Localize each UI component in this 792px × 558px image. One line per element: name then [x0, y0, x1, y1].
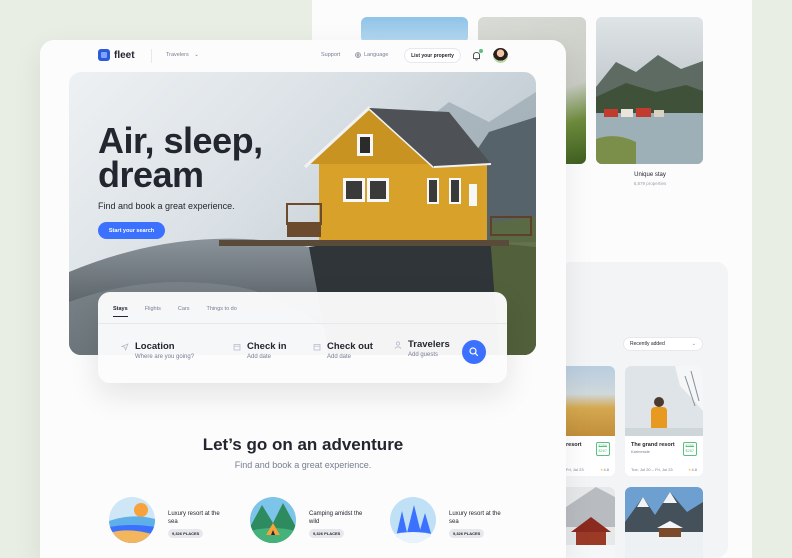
old-price: $356: [685, 444, 694, 448]
hero-subtitle: Find and book a great experience.: [98, 201, 235, 211]
section-subtitle: Find and book a great experience.: [234, 460, 372, 470]
category-count-badge: 9,326 PLACES: [309, 529, 345, 538]
listing-card-cabin[interactable]: [625, 487, 703, 558]
logo-text: fleet: [114, 49, 135, 61]
category-title: Camping amidst the wild: [309, 511, 363, 525]
listing-card-snow-partial[interactable]: [566, 487, 615, 558]
lake-houses-illustration: [596, 17, 703, 164]
listing-price: $356 $267: [682, 442, 697, 456]
beach-resort-icon: [109, 497, 155, 543]
new-price: $267: [685, 449, 694, 453]
listing-rating: ★4.8: [687, 467, 697, 472]
notification-dot: [479, 49, 483, 53]
tab-stays[interactable]: Stays: [113, 306, 128, 317]
destination-image-lake[interactable]: [596, 17, 703, 164]
travelers-placeholder: Add guests: [408, 352, 439, 358]
listing-card-partial[interactable]: resort $356 $267 Fri, Jul 23 ★4.8: [566, 366, 615, 476]
unique-stay-count: 6,879 properties: [633, 181, 667, 186]
rating-value: 4.8: [691, 467, 697, 472]
section-title: Let’s go on an adventure: [202, 435, 404, 454]
listing-meta: Tue, Jul 20 – Fri, Jul 23 ★4.8: [631, 467, 697, 472]
search-panel: Stays Flights Cars Things to do Location…: [98, 292, 507, 383]
tab-flights[interactable]: Flights: [145, 306, 161, 317]
snowy-forest-icon: [390, 497, 436, 543]
calendar-icon: [313, 344, 321, 351]
avatar[interactable]: [493, 48, 508, 63]
language-selector[interactable]: Language: [355, 52, 388, 58]
travelers-label: Travelers: [408, 339, 450, 350]
chevron-down-icon: ⌄: [691, 341, 696, 347]
listing-card[interactable]: The grand resort Karineside $356 $267 Tue…: [625, 366, 703, 476]
listing-rating: ★4.8: [599, 467, 609, 472]
check-in-label: Check in: [247, 341, 287, 352]
rating-value: 4.8: [603, 467, 609, 472]
globe-icon: [355, 52, 361, 58]
listing-price: $356 $267: [595, 442, 610, 456]
user-icon: [394, 341, 402, 349]
check-out-label: Check out: [327, 341, 373, 352]
main-page: fleet Travelers ⌄ Support Language List …: [40, 40, 566, 558]
search-tabs: Stays Flights Cars Things to do: [113, 306, 237, 317]
old-price: $356: [598, 444, 607, 448]
support-link[interactable]: Support: [321, 52, 340, 58]
tab-cars[interactable]: Cars: [178, 306, 190, 317]
hiker-illustration: [625, 366, 703, 436]
language-label: Language: [364, 52, 389, 58]
check-in-placeholder: Add date: [247, 354, 272, 360]
start-search-button[interactable]: Start your search: [98, 222, 165, 239]
category-count-badge: 9,326 PLACES: [168, 529, 204, 538]
location-arrow-icon: [121, 343, 129, 351]
divider: [151, 49, 152, 63]
location-label: Location: [135, 341, 175, 352]
calendar-icon: [233, 344, 241, 351]
mountain-cabin-illustration: [625, 487, 703, 558]
listing-dates: Tue, Jul 20 – Fri, Jul 23: [631, 467, 673, 472]
divider: [98, 323, 507, 324]
listing-image: [566, 366, 615, 436]
logo[interactable]: fleet: [98, 49, 135, 61]
sort-select[interactable]: Recently added ⌄: [623, 337, 703, 351]
camping-icon: [250, 497, 296, 543]
logo-mark-icon: [98, 49, 110, 61]
travelers-dropdown-label: Travelers: [166, 52, 189, 58]
search-button[interactable]: [462, 340, 486, 364]
category-title: Luxury resort at the sea: [168, 511, 220, 525]
chevron-down-icon: ⌄: [194, 52, 199, 58]
listing-image: [625, 366, 703, 436]
location-placeholder: Where are you going?: [135, 354, 195, 360]
listing-dates: Fri, Jul 23: [566, 467, 584, 472]
snow-cabin-illustration: [566, 487, 615, 558]
check-out-placeholder: Add date: [327, 354, 352, 360]
top-nav: fleet Travelers ⌄ Support Language List …: [40, 40, 566, 72]
list-property-button[interactable]: List your property: [404, 48, 461, 63]
new-price: $267: [598, 449, 607, 453]
sort-select-value: Recently added: [630, 341, 665, 347]
category-title: Luxury resort at the sea: [449, 511, 501, 525]
hero-title: Air, sleep, dream: [98, 120, 263, 195]
tab-things-to-do[interactable]: Things to do: [207, 306, 237, 317]
search-icon: [469, 347, 479, 357]
unique-stay-title: Unique stay: [634, 172, 666, 178]
listing-meta: Fri, Jul 23 ★4.8: [566, 467, 609, 472]
category-count-badge: 9,326 PLACES: [449, 529, 485, 538]
travelers-dropdown[interactable]: Travelers ⌄: [166, 52, 199, 58]
